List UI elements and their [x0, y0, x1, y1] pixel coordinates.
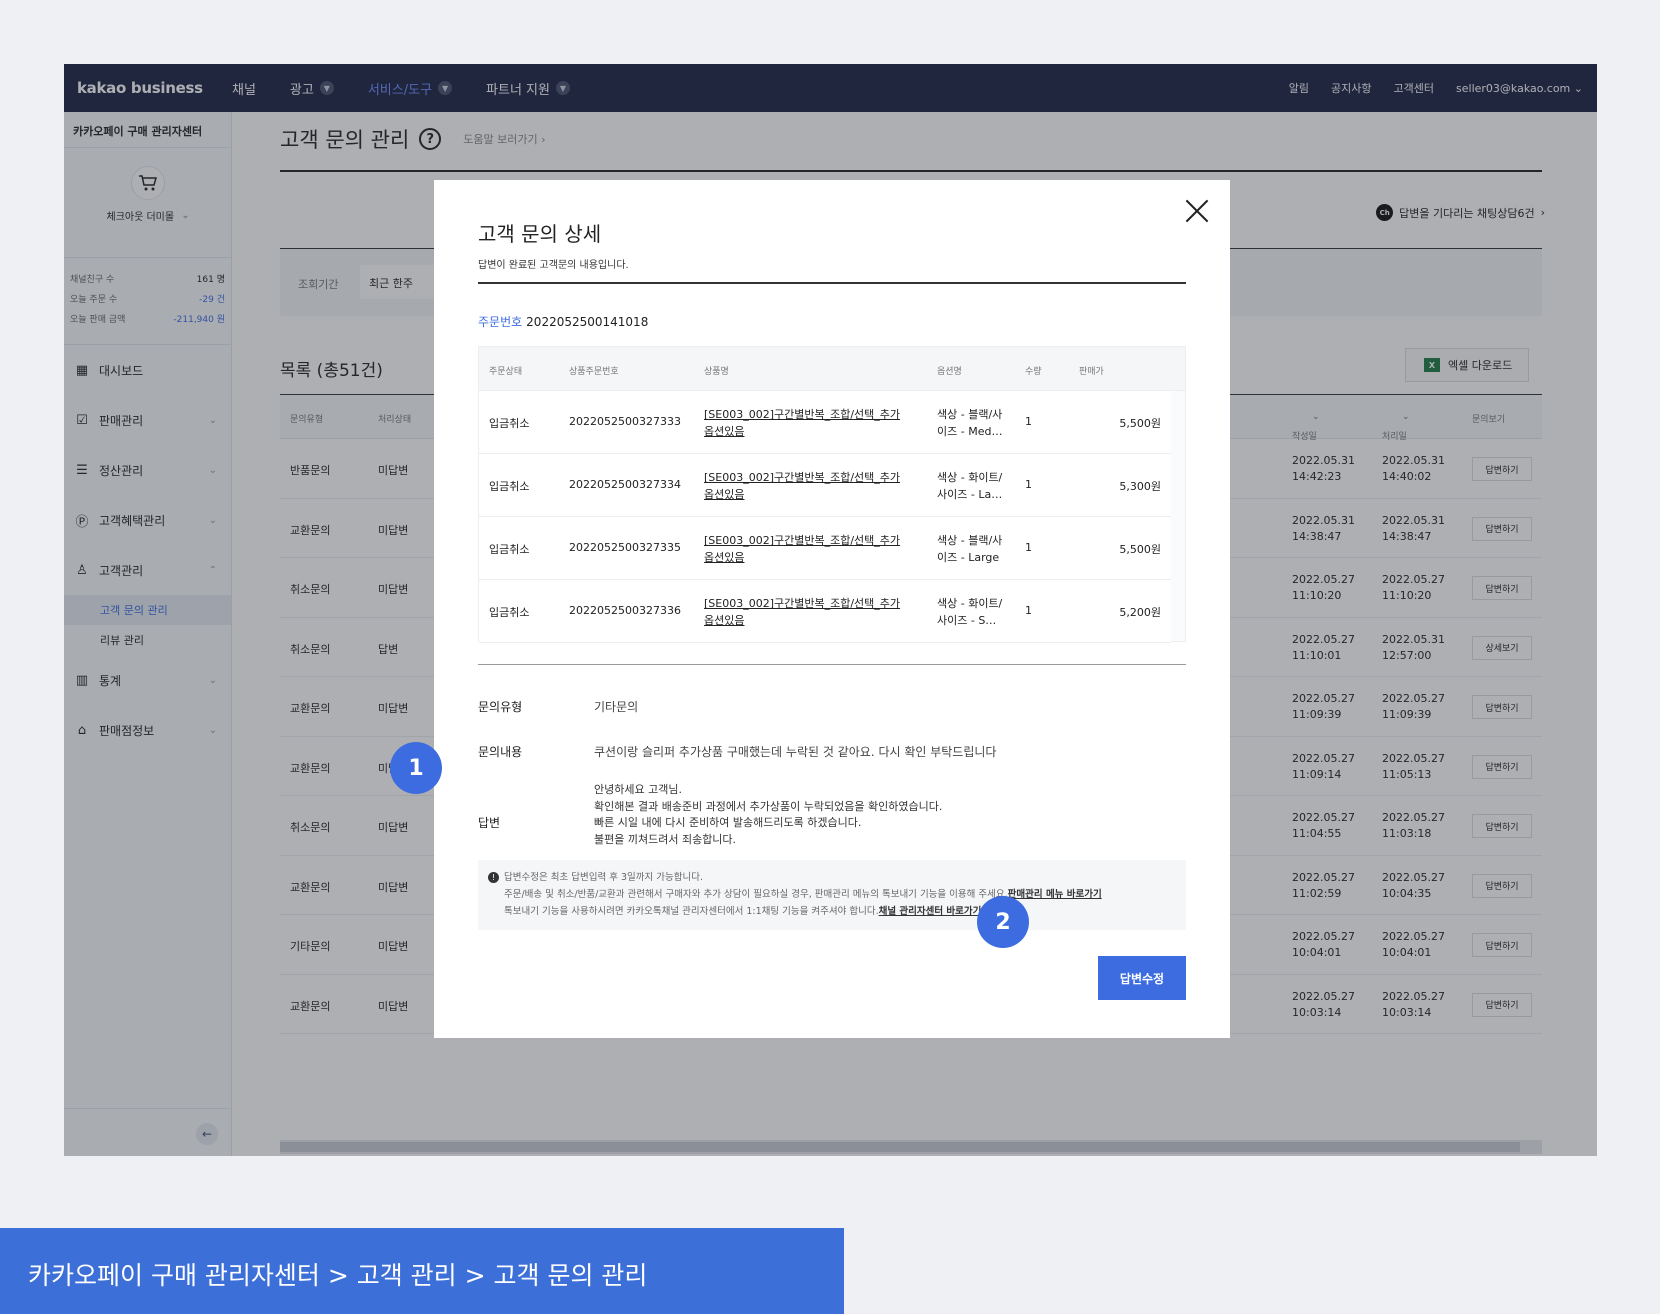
edit-answer-button[interactable]: 답변수정 — [1098, 956, 1186, 1000]
inquiry-content-label: 문의내용 — [478, 745, 523, 759]
order-items-table: 주문상태 상품주문번호 상품명 옵션명 수량 판매가 입금취소 202205250… — [478, 346, 1186, 643]
item-option: 색상 - 블랙/사이즈 - Med… — [937, 408, 1003, 438]
order-item-row: 입금취소 2022052500327335 [SE003_002]구간별반복_조합/… — [479, 517, 1171, 580]
item-qty: 1 — [1025, 478, 1032, 491]
item-order-no: 2022052500327334 — [569, 478, 681, 491]
modal-title: 고객 문의 상세 — [478, 222, 602, 246]
item-option: 색상 - 화이트/사이즈 - La… — [937, 471, 1003, 501]
item-product-link[interactable]: [SE003_002]구간별반복_조합/선택_추가옵션있음 — [704, 406, 909, 440]
inquiry-type-label: 문의유형 — [478, 700, 523, 714]
close-icon[interactable] — [1184, 198, 1210, 224]
item-status: 입금취소 — [489, 417, 530, 430]
item-status: 입금취소 — [489, 480, 530, 493]
item-qty: 1 — [1025, 604, 1032, 617]
item-price: 5,300원 — [1119, 480, 1161, 493]
item-price: 5,500원 — [1119, 543, 1161, 556]
order-number-label: 주문번호 — [478, 315, 523, 329]
breadcrumb-caption: 카카오페이 구매 관리자센터 > 고객 관리 > 고객 문의 관리 — [0, 1228, 844, 1314]
order-item-row: 입금취소 2022052500327334 [SE003_002]구간별반복_조합/… — [479, 454, 1171, 517]
order-item-row: 입금취소 2022052500327333 [SE003_002]구간별반복_조합/… — [479, 391, 1171, 454]
inquiry-detail-modal: 고객 문의 상세 답변이 완료된 고객문의 내용입니다. 주문번호 2022052… — [434, 180, 1230, 1038]
order-item-row: 입금취소 2022052500327336 [SE003_002]구간별반복_조합/… — [479, 580, 1171, 643]
item-option: 색상 - 화이트/사이즈 - S… — [937, 597, 1003, 627]
item-qty: 1 — [1025, 415, 1032, 428]
channel-center-link[interactable]: 채널 관리자센터 바로가기 — [879, 906, 982, 917]
item-product-link[interactable]: [SE003_002]구간별반복_조합/선택_추가옵션있음 — [704, 595, 909, 629]
item-product-link[interactable]: [SE003_002]구간별반복_조합/선택_추가옵션있음 — [704, 469, 909, 503]
item-price: 5,500원 — [1119, 417, 1161, 430]
app-window: kakao business 채널 광고 ▼ 서비스/도구 ▼ 파트너 지원 ▼ 알림… — [64, 64, 1597, 1156]
item-status: 입금취소 — [489, 543, 530, 556]
item-product-link[interactable]: [SE003_002]구간별반복_조합/선택_추가옵션있음 — [704, 532, 909, 566]
item-status: 입금취소 — [489, 606, 530, 619]
items-header: 주문상태 상품주문번호 상품명 옵션명 수량 판매가 — [479, 347, 1185, 391]
item-qty: 1 — [1025, 541, 1032, 554]
step-marker-1: 1 — [390, 742, 442, 794]
item-option: 색상 - 블랙/사이즈 - Large — [937, 534, 1003, 564]
info-icon: ! — [488, 872, 499, 883]
divider — [478, 664, 1186, 665]
item-price: 5,200원 — [1119, 606, 1161, 619]
item-order-no: 2022052500327335 — [569, 541, 681, 554]
answer-text: 안녕하세요 고객님. 확인해본 결과 배송준비 과정에서 추가상품이 누락되었음… — [594, 783, 943, 846]
step-marker-2: 2 — [977, 896, 1029, 948]
inquiry-type-value: 기타문의 — [594, 700, 639, 714]
inquiry-content-value: 쿠션이랑 슬리퍼 추가상품 구매했는데 누락된 것 같아요. 다시 확인 부탁드… — [594, 745, 997, 759]
notice-box: ! 답변수정은 최초 답변입력 후 3일까지 가능합니다. 주문/배송 및 취소/… — [478, 860, 1186, 930]
answer-label: 답변 — [478, 816, 501, 830]
divider — [478, 282, 1186, 284]
modal-subtitle: 답변이 완료된 고객문의 내용입니다. — [478, 260, 629, 271]
order-number-value: 2022052500141018 — [526, 315, 649, 329]
sales-menu-link[interactable]: 판매관리 메뉴 바로가기 — [1008, 889, 1102, 900]
item-order-no: 2022052500327333 — [569, 415, 681, 428]
order-number: 주문번호 2022052500141018 — [478, 313, 648, 330]
item-order-no: 2022052500327336 — [569, 604, 681, 617]
